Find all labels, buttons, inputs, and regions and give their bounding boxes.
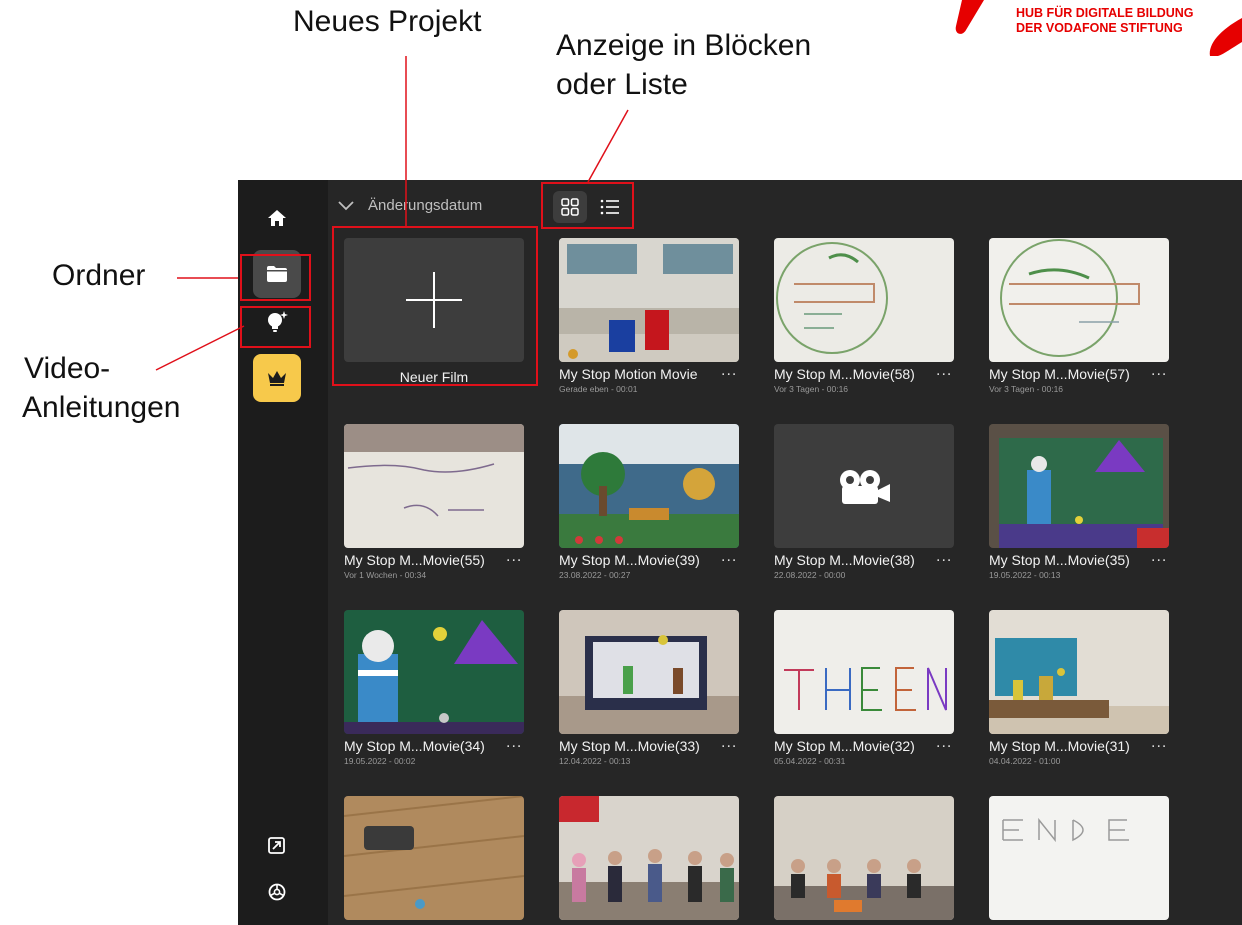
annotation-view-mode-line2: oder Liste	[556, 68, 688, 101]
movie-title: My Stop M...Movie(57)	[989, 366, 1130, 382]
movie-title: My Stop Motion Movie	[559, 366, 698, 382]
movie-thumbnail[interactable]	[774, 796, 954, 920]
movie-title: My Stop M...Movie(58)	[774, 366, 915, 382]
more-options-button[interactable]: ...	[936, 734, 952, 752]
movie-date-duration: Gerade eben - 00:01	[559, 384, 638, 394]
movie-thumbnail[interactable]	[989, 796, 1169, 920]
highlight-new-movie	[332, 226, 538, 386]
logo-text: HUB FÜR DIGITALE BILDUNG DER VODAFONE ST…	[1016, 6, 1194, 36]
movie-thumbnail[interactable]	[774, 424, 954, 548]
movie-title: My Stop M...Movie(34)	[344, 738, 485, 754]
movie-thumbnail[interactable]	[989, 424, 1169, 548]
more-options-button[interactable]: ...	[1151, 548, 1167, 566]
more-options-button[interactable]: ...	[506, 548, 522, 566]
movie-date-duration: Vor 3 Tagen - 00:16	[989, 384, 1064, 394]
logo-line2: DER VODAFONE STIFTUNG	[1016, 21, 1183, 35]
crown-icon	[268, 371, 286, 386]
movie-title: My Stop M...Movie(35)	[989, 552, 1130, 568]
movie-title: My Stop M...Movie(39)	[559, 552, 700, 568]
movie-thumbnail[interactable]	[774, 610, 954, 734]
more-options-button[interactable]: ...	[721, 362, 737, 380]
import-button[interactable]	[253, 822, 301, 870]
movie-title: My Stop M...Movie(31)	[989, 738, 1130, 754]
movie-thumbnail[interactable]	[989, 238, 1169, 362]
more-options-button[interactable]: ...	[721, 548, 737, 566]
movie-title: My Stop M...Movie(32)	[774, 738, 915, 754]
movie-thumbnail[interactable]	[344, 796, 524, 920]
annotation-view-mode-line1: Anzeige in Blöcken	[556, 29, 812, 62]
logo-line1: HUB FÜR DIGITALE BILDUNG	[1016, 6, 1194, 20]
movie-title: My Stop M...Movie(38)	[774, 552, 915, 568]
annotation-new-project: Neues Projekt	[293, 5, 482, 38]
movie-date-duration: Vor 3 Tagen - 00:16	[774, 384, 849, 394]
home-icon	[268, 210, 286, 226]
film-camera-icon	[840, 470, 890, 504]
movie-date-duration: 19.05.2022 - 00:02	[344, 756, 416, 766]
premium-button[interactable]	[253, 354, 301, 402]
settings-icon	[268, 883, 286, 901]
home-button[interactable]	[253, 194, 301, 242]
chevron-down-icon[interactable]	[336, 198, 356, 214]
settings-button[interactable]	[253, 868, 301, 916]
annotation-video-guides: Video- Anleitungen	[22, 349, 180, 427]
movie-date-duration: 04.04.2022 - 01:00	[989, 756, 1061, 766]
movie-thumbnail[interactable]	[774, 238, 954, 362]
movie-thumbnail[interactable]	[559, 238, 739, 362]
annotation-view-mode: Anzeige in Blöcken oder Liste	[556, 26, 811, 104]
more-options-button[interactable]: ...	[1151, 362, 1167, 380]
more-options-button[interactable]: ...	[721, 734, 737, 752]
highlight-view-toggle	[541, 182, 634, 229]
movie-title: My Stop M...Movie(55)	[344, 552, 485, 568]
more-options-button[interactable]: ...	[506, 734, 522, 752]
movie-title: My Stop M...Movie(33)	[559, 738, 700, 754]
movie-date-duration: 19.05.2022 - 00:13	[989, 570, 1061, 580]
movie-thumbnail[interactable]	[989, 610, 1169, 734]
highlight-folder	[240, 254, 311, 301]
movie-thumbnail[interactable]	[344, 610, 524, 734]
stop-motion-app: Änderungsdatum Neuer Film My Stop Motion…	[238, 180, 1242, 925]
movie-thumbnail[interactable]	[344, 424, 524, 548]
movie-date-duration: 12.04.2022 - 00:13	[559, 756, 631, 766]
movie-thumbnail[interactable]	[559, 796, 739, 920]
annotation-video-line2: Anleitungen	[22, 391, 181, 424]
more-options-button[interactable]: ...	[936, 362, 952, 380]
annotation-video-line1: Video-	[24, 352, 111, 385]
movie-date-duration: Vor 1 Wochen - 00:34	[344, 570, 427, 580]
view-mode-pointer	[587, 109, 629, 183]
movie-date-duration: 22.08.2022 - 00:00	[774, 570, 846, 580]
export-icon	[268, 837, 285, 854]
movie-thumbnail[interactable]	[559, 610, 739, 734]
sort-by-modified-date[interactable]: Änderungsdatum	[368, 197, 482, 214]
movie-date-duration: 23.08.2022 - 00:27	[559, 570, 631, 580]
annotation-folder: Ordner	[52, 259, 146, 292]
movie-date-duration: 05.04.2022 - 00:31	[774, 756, 846, 766]
more-options-button[interactable]: ...	[936, 548, 952, 566]
movie-thumbnail[interactable]	[559, 424, 739, 548]
more-options-button[interactable]: ...	[1151, 734, 1167, 752]
highlight-video-guides	[240, 306, 311, 348]
